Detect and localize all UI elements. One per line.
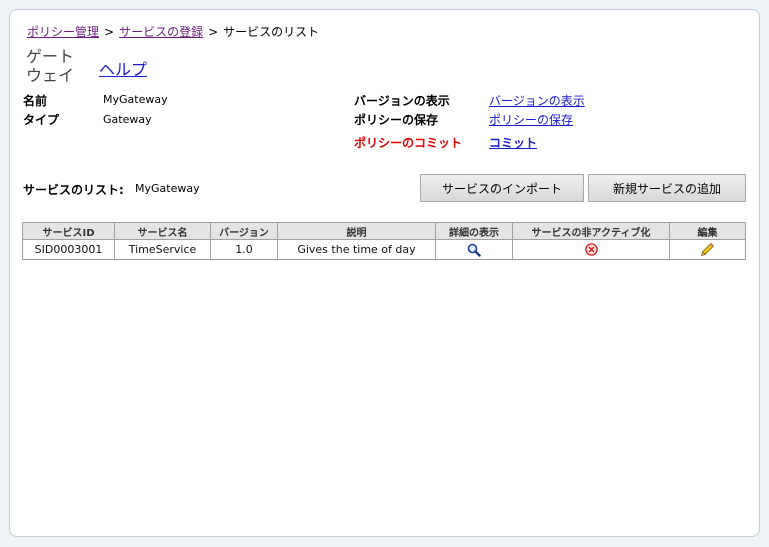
header-view-details: 詳細の表示 [435,222,513,240]
help-link[interactable]: ヘルプ [99,56,147,80]
breadcrumb-service-registration[interactable]: サービスの登録 [119,25,203,39]
breadcrumb-separator: > [208,25,219,39]
header-edit: 編集 [669,222,746,240]
name-label: 名前 [23,94,48,108]
service-list-label: サービスのリスト: [23,183,124,197]
header-deactivate: サービスの非アクティブ化 [512,222,670,240]
breadcrumb-current: サービスのリスト [223,25,320,39]
main-panel: ポリシー管理 > サービスの登録 > サービスのリスト ゲートウェイ ヘルプ 名前 My… [9,9,760,537]
header-description: 説明 [277,222,436,240]
breadcrumb: ポリシー管理 > サービスの登録 > サービスのリスト [27,23,319,40]
deactivate-icon[interactable] [584,243,598,256]
type-value: Gateway [103,113,152,126]
table-row: SID0003001 TimeService 1.0 Gives the tim… [22,239,746,260]
header-service-name: サービス名 [114,222,211,240]
header-service-id: サービスID [22,222,115,240]
pencil-icon[interactable] [700,242,715,257]
breadcrumb-separator: > [104,25,115,39]
service-list-value: MyGateway [135,182,200,195]
name-value: MyGateway [103,93,168,106]
header-version: バージョン [210,222,278,240]
type-label: タイプ [23,113,60,127]
table-header-row: サービスID サービス名 バージョン 説明 詳細の表示 サービスの非アクティブ化… [22,222,746,240]
save-policy-label: ポリシーの保存 [354,113,439,127]
version-label: バージョンの表示 [354,94,450,108]
save-policy-link[interactable]: ポリシーの保存 [489,111,573,128]
service-name-cell: TimeService [114,239,211,260]
description-cell: Gives the time of day [277,239,436,260]
magnifier-icon[interactable] [467,243,481,257]
version-cell: 1.0 [210,239,278,260]
commit-policy-label: ポリシーのコミット [354,136,463,150]
breadcrumb-policy-management[interactable]: ポリシー管理 [27,25,99,39]
import-service-button[interactable]: サービスのインポート [420,174,584,202]
view-details-cell[interactable] [435,239,513,260]
edit-cell[interactable] [669,239,746,260]
deactivate-cell[interactable] [512,239,670,260]
page-title: ゲートウェイ [26,47,75,85]
services-table: サービスID サービス名 バージョン 説明 詳細の表示 サービスの非アクティブ化… [22,222,746,260]
commit-link[interactable]: コミット [489,134,537,151]
view-version-link[interactable]: バージョンの表示 [489,92,585,109]
add-service-button[interactable]: 新規サービスの追加 [588,174,746,202]
service-id-cell: SID0003001 [22,239,115,260]
